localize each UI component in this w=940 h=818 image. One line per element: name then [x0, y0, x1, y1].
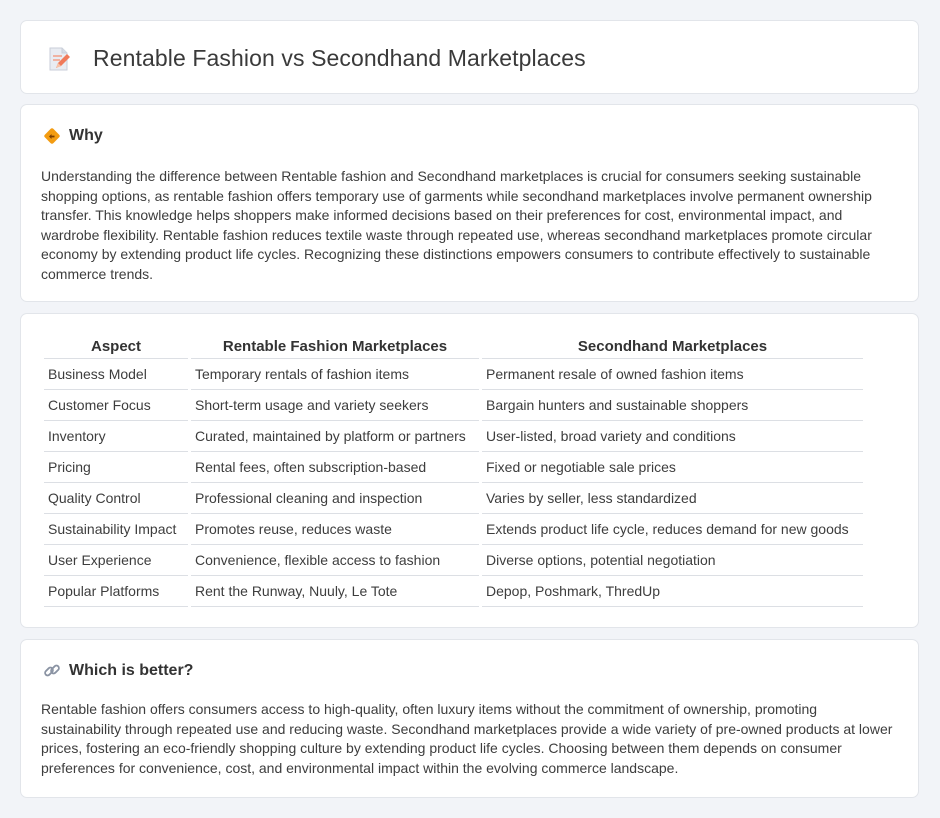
cell-secondhand: Fixed or negotiable sale prices	[482, 452, 863, 483]
cell-rentable: Curated, maintained by platform or partn…	[191, 421, 479, 452]
cell-secondhand: Extends product life cycle, reduces dema…	[482, 514, 863, 545]
cell-secondhand: Depop, Poshmark, ThredUp	[482, 576, 863, 607]
cell-rentable: Rent the Runway, Nuuly, Le Tote	[191, 576, 479, 607]
table-row: User Experience Convenience, flexible ac…	[44, 545, 863, 576]
cell-aspect: Business Model	[44, 359, 188, 390]
cell-aspect: User Experience	[44, 545, 188, 576]
page-title: Rentable Fashion vs Secondhand Marketpla…	[93, 45, 586, 71]
why-heading: Why	[69, 127, 103, 144]
comparison-section: Aspect Rentable Fashion Marketplaces Sec…	[20, 313, 919, 628]
cell-aspect: Quality Control	[44, 483, 188, 514]
table-row: Inventory Curated, maintained by platfor…	[44, 421, 863, 452]
title-row: Rentable Fashion vs Secondhand Marketpla…	[47, 45, 586, 72]
comparison-table: Aspect Rentable Fashion Marketplaces Sec…	[41, 335, 866, 607]
header-card: Rentable Fashion vs Secondhand Marketpla…	[20, 20, 919, 94]
table-row: Customer Focus Short-term usage and vari…	[44, 390, 863, 421]
cell-rentable: Promotes reuse, reduces waste	[191, 514, 479, 545]
better-paragraph: Rentable fashion offers consumers access…	[41, 701, 893, 776]
cell-secondhand: Permanent resale of owned fashion items	[482, 359, 863, 390]
better-heading-row: Which is better?	[43, 662, 193, 680]
cell-secondhand: Bargain hunters and sustainable shoppers	[482, 390, 863, 421]
cell-rentable: Short-term usage and variety seekers	[191, 390, 479, 421]
diamond-arrows-icon	[44, 128, 60, 144]
better-heading: Which is better?	[69, 662, 194, 679]
table-row: Business Model Temporary rentals of fash…	[44, 359, 863, 390]
header-rentable: Rentable Fashion Marketplaces	[191, 335, 479, 359]
why-section: Why Understanding the difference between…	[20, 104, 919, 302]
cell-secondhand: Diverse options, potential negotiation	[482, 545, 863, 576]
table-header-row: Aspect Rentable Fashion Marketplaces Sec…	[44, 335, 863, 359]
cell-secondhand: Varies by seller, less standardized	[482, 483, 863, 514]
header-secondhand: Secondhand Marketplaces	[482, 335, 863, 359]
cell-aspect: Sustainability Impact	[44, 514, 188, 545]
document-pencil-icon	[49, 47, 70, 70]
cell-rentable: Temporary rentals of fashion items	[191, 359, 479, 390]
header-aspect: Aspect	[44, 335, 188, 359]
table-row: Quality Control Professional cleaning an…	[44, 483, 863, 514]
why-paragraph: Understanding the difference between Ren…	[41, 168, 872, 282]
cell-aspect: Customer Focus	[44, 390, 188, 421]
cell-rentable: Professional cleaning and inspection	[191, 483, 479, 514]
better-section: Which is better? Rentable fashion offers…	[20, 639, 919, 798]
cell-secondhand: User-listed, broad variety and condition…	[482, 421, 863, 452]
cell-rentable: Convenience, flexible access to fashion	[191, 545, 479, 576]
cell-rentable: Rental fees, often subscription-based	[191, 452, 479, 483]
cell-aspect: Pricing	[44, 452, 188, 483]
why-heading-row: Why	[43, 127, 103, 145]
link-icon	[44, 664, 60, 677]
table-row: Popular Platforms Rent the Runway, Nuuly…	[44, 576, 863, 607]
table-row: Sustainability Impact Promotes reuse, re…	[44, 514, 863, 545]
table-row: Pricing Rental fees, often subscription-…	[44, 452, 863, 483]
cell-aspect: Inventory	[44, 421, 188, 452]
cell-aspect: Popular Platforms	[44, 576, 188, 607]
